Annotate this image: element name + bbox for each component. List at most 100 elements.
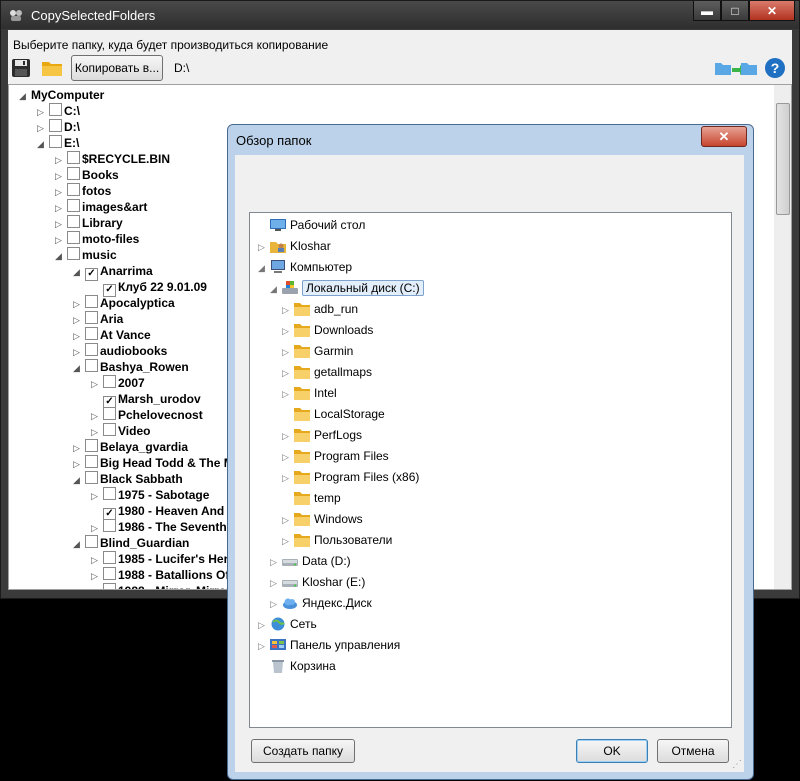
expand-arrow-icon[interactable]: ▷ [258,615,270,635]
expand-arrow-icon[interactable]: ▷ [282,363,294,383]
tree-item-checkbox[interactable] [85,455,98,468]
tree-item-checkbox[interactable] [67,167,80,180]
expand-arrow-icon[interactable]: ▷ [258,237,270,257]
folder-item[interactable]: Корзина [258,656,336,676]
folder-item[interactable]: ▷ adb_run [282,299,358,319]
folder-item[interactable]: ▷ Kloshar [258,236,331,256]
title-bar[interactable]: CopySelectedFolders ▬ □ ✕ [1,1,799,29]
expand-arrow-icon[interactable]: ▷ [91,488,103,504]
tree-item[interactable]: ▷ Belaya_gvardia [73,439,188,455]
folder-item[interactable]: ▷ Downloads [282,320,373,340]
expand-arrow-icon[interactable]: ▷ [282,510,294,530]
tree-item-checkbox[interactable] [49,103,62,116]
collapse-arrow-icon[interactable]: ◢ [55,248,67,264]
folder-item[interactable]: LocalStorage [282,404,385,424]
folder-item[interactable]: ▷ Program Files (x86) [282,467,419,487]
tree-item-checkbox[interactable] [67,183,80,196]
expand-arrow-icon[interactable]: ▷ [282,342,294,362]
copy-to-button[interactable]: Копировать в... [71,55,163,81]
tree-item-checkbox[interactable] [103,519,116,532]
expand-arrow-icon[interactable]: ▷ [55,232,67,248]
expand-arrow-icon[interactable]: ▷ [55,168,67,184]
folder-item[interactable]: Рабочий стол [258,215,365,235]
collapse-arrow-icon[interactable]: ◢ [73,360,85,376]
expand-arrow-icon[interactable]: ▷ [282,531,294,551]
collapse-arrow-icon[interactable]: ◢ [73,264,85,280]
tree-item[interactable]: ▷ 2007 [91,375,145,391]
folder-item[interactable]: ▷ Яндекс.Диск [270,593,372,613]
tree-item-checkbox[interactable] [67,215,80,228]
tree-item[interactable]: ▷ Books [55,167,119,183]
tree-item[interactable]: ▷ 1988 - Mirror, Mirror [91,583,231,589]
folder-item[interactable]: ◢ Компьютер [258,257,352,277]
new-folder-button[interactable]: Создать папку [251,739,355,763]
sync-folders-icon[interactable] [714,58,758,78]
tree-item[interactable]: ▷ $RECYCLE.BIN [55,151,170,167]
expand-arrow-icon[interactable]: ▷ [91,408,103,424]
tree-item[interactable]: ▷ 1975 - Sabotage [91,487,209,503]
close-button[interactable]: ✕ [749,1,795,21]
tree-item-checkbox[interactable] [103,487,116,500]
tree-item-checkbox[interactable] [85,327,98,340]
tree-item-checkbox[interactable] [67,151,80,164]
tree-item[interactable]: ▷ C:\ [37,103,80,119]
tree-scrollbar[interactable] [774,85,791,589]
expand-arrow-icon[interactable]: ▷ [73,296,85,312]
folder-item[interactable]: ▷ Data (D:) [270,551,351,571]
expand-arrow-icon[interactable]: ▷ [282,426,294,446]
tree-item-checkbox[interactable] [85,439,98,452]
tree-item[interactable]: ◢ Blind_Guardian [73,535,189,551]
tree-item-checkbox[interactable] [103,423,116,436]
tree-item[interactable]: ◢ ✓ Anarrima [73,263,153,281]
tree-item[interactable]: ▷ audiobooks [73,343,167,359]
folder-item[interactable]: ▷ Панель управления [258,635,400,655]
tree-item[interactable]: ✓ Marsh_urodov [91,391,201,409]
tree-scrollbar-thumb[interactable] [776,103,790,215]
expand-arrow-icon[interactable]: ▷ [282,300,294,320]
maximize-button[interactable]: □ [721,1,749,21]
resize-grip[interactable]: ⋰ [732,759,742,770]
expand-arrow-icon[interactable]: ▷ [282,447,294,467]
tree-item-checkbox[interactable] [103,407,116,420]
expand-arrow-icon[interactable]: ▷ [91,568,103,584]
expand-arrow-icon[interactable]: ▷ [270,594,282,614]
tree-item[interactable]: ✓ Клуб 22 9.01.09 [91,279,207,297]
tree-item-checkbox[interactable] [49,119,62,132]
save-icon[interactable] [10,57,32,79]
expand-arrow-icon[interactable]: ▷ [282,468,294,488]
expand-arrow-icon[interactable]: ▷ [270,552,282,572]
tree-item[interactable]: ▷ Apocalyptica [73,295,175,311]
folder-item[interactable]: ▷ Kloshar (E:) [270,572,365,592]
expand-arrow-icon[interactable]: ▷ [282,384,294,404]
tree-item-checkbox[interactable] [85,295,98,308]
expand-arrow-icon[interactable]: ▷ [270,573,282,593]
expand-arrow-icon[interactable]: ▷ [91,376,103,392]
folder-item[interactable]: ◢ Локальный диск (C:) [270,278,424,298]
tree-item[interactable]: ▷ Video [91,423,150,439]
folder-item[interactable]: ▷ Сеть [258,614,317,634]
folder-item[interactable]: ▷ Intel [282,383,337,403]
collapse-arrow-icon[interactable]: ◢ [73,472,85,488]
help-icon[interactable]: ? [764,57,786,79]
folder-item[interactable]: ▷ getallmaps [282,362,372,382]
expand-arrow-icon[interactable]: ▷ [73,440,85,456]
tree-item[interactable]: ▷ D:\ [37,119,80,135]
expand-arrow-icon[interactable]: ▷ [73,328,85,344]
tree-item[interactable]: ▷ At Vance [73,327,151,343]
collapse-arrow-icon[interactable]: ◢ [19,88,31,104]
expand-arrow-icon[interactable]: ▷ [91,520,103,536]
tree-item-checkbox[interactable] [67,231,80,244]
tree-item[interactable]: ◢ Black Sabbath [73,471,183,487]
folder-item[interactable]: ▷ PerfLogs [282,425,362,445]
tree-item-checkbox[interactable] [85,311,98,324]
open-folder-icon[interactable] [40,57,64,79]
collapse-arrow-icon[interactable]: ◢ [37,136,49,152]
tree-item[interactable]: ◢ MyComputer [19,87,104,103]
tree-item-checkbox[interactable] [85,471,98,484]
tree-item[interactable]: ◢ music [55,247,117,263]
tree-item[interactable]: ✓ 1980 - Heaven And Hell [91,503,250,521]
expand-arrow-icon[interactable]: ▷ [55,216,67,232]
tree-item[interactable]: ▷ Pchelovecnost [91,407,203,423]
folder-item[interactable]: temp [282,488,341,508]
expand-arrow-icon[interactable]: ▷ [37,120,49,136]
